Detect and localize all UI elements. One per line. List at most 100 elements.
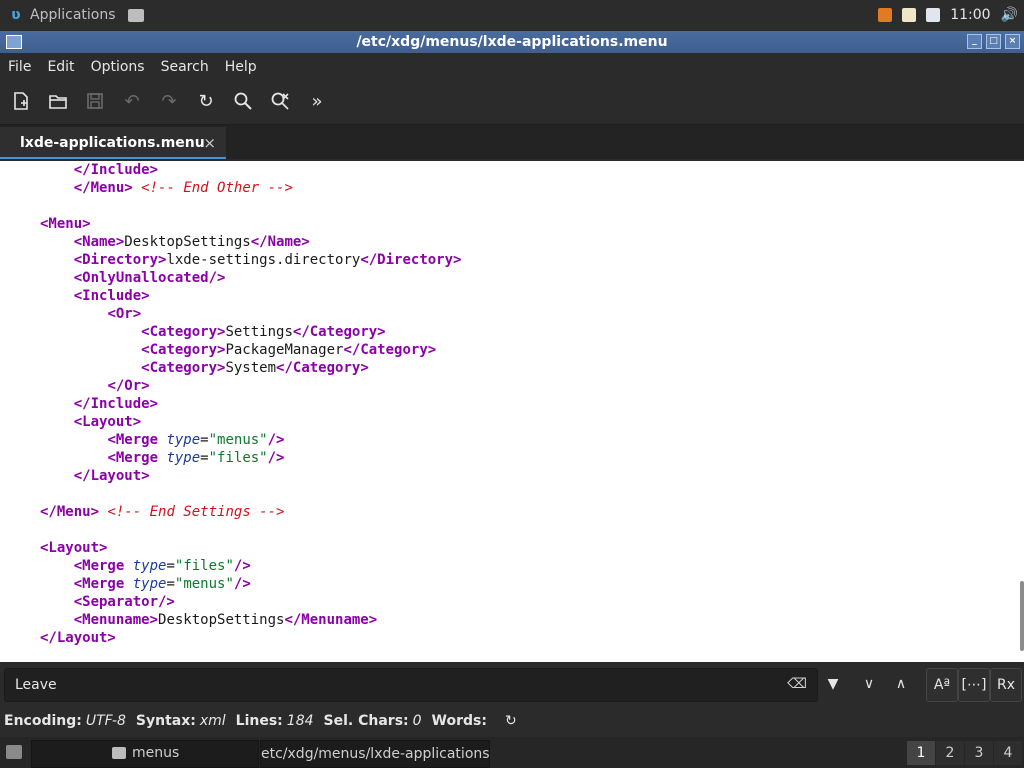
code-line[interactable]: <Name>DesktopSettings</Name>: [40, 233, 461, 251]
window-titlebar[interactable]: /etc/xdg/menus/lxde-applications.menu _ …: [0, 31, 1024, 53]
code-line[interactable]: <Category>System</Category>: [40, 359, 461, 377]
menu-search[interactable]: Search: [161, 59, 209, 75]
text-editor[interactable]: </Include> </Menu> <!-- End Other --> <Me…: [0, 161, 1024, 662]
code-tag: </Layout>: [40, 630, 116, 646]
tab-active-indicator: [0, 157, 226, 159]
code-line[interactable]: [40, 521, 461, 539]
code-line[interactable]: <Menu>: [40, 215, 461, 233]
code-tag: </Menu>: [73, 180, 133, 196]
network-icon[interactable]: [926, 8, 941, 22]
code-line[interactable]: </Menu> <!-- End Other -->: [40, 179, 461, 197]
code-tag: <Separator/>: [73, 594, 175, 610]
find-next-icon[interactable]: ∧: [886, 668, 916, 700]
clear-search-icon[interactable]: ⌫: [787, 676, 807, 692]
menu-file[interactable]: File: [8, 59, 31, 75]
code-com: <!-- End Other -->: [141, 180, 293, 196]
match-case-toggle[interactable]: Aª: [926, 668, 958, 702]
code-line[interactable]: <Merge type="files"/>: [40, 449, 461, 467]
clipboard-icon[interactable]: [902, 8, 917, 22]
task-button-menus[interactable]: menus: [112, 740, 258, 766]
minimize-button[interactable]: _: [967, 34, 982, 49]
open-folder-icon[interactable]: [47, 90, 69, 112]
code-line[interactable]: <Merge type="files"/>: [40, 557, 461, 575]
tab-close-icon[interactable]: ×: [203, 134, 216, 152]
code-line[interactable]: <Layout>: [40, 539, 461, 557]
save-icon[interactable]: [84, 90, 106, 112]
undo-icon[interactable]: ↶: [121, 90, 143, 112]
code-line[interactable]: </Menu> <!-- End Settings -->: [40, 503, 461, 521]
updates-icon[interactable]: [878, 8, 893, 22]
code-tag: </Include>: [73, 162, 159, 178]
desktop-3[interactable]: 3: [965, 741, 993, 765]
code-line[interactable]: <Merge type="menus"/>: [40, 431, 461, 449]
code-line[interactable]: <Separator/>: [40, 593, 461, 611]
code-text: lxde-settings.directory: [166, 252, 361, 268]
regex-toggle[interactable]: Rx: [990, 668, 1022, 702]
desktop-4[interactable]: 4: [994, 741, 1022, 765]
find-previous-icon[interactable]: ∨: [854, 668, 884, 700]
code-line[interactable]: <Directory>lxde-settings.directory</Dire…: [40, 251, 462, 269]
code-line[interactable]: </Include>: [40, 395, 461, 413]
reload-icon[interactable]: ↻: [195, 90, 217, 112]
code-content[interactable]: </Include> </Menu> <!-- End Other --> <Me…: [40, 161, 461, 647]
code-line[interactable]: </Layout>: [40, 467, 461, 485]
new-file-icon[interactable]: [10, 90, 32, 112]
find-replace-icon[interactable]: [269, 90, 291, 112]
code-line[interactable]: <Or>: [40, 305, 461, 323]
volume-icon[interactable]: 🔊: [1001, 7, 1018, 23]
find-bar: Leave ⌫ ▼ ∨ ∧ Aª [⋯] Rx: [0, 665, 1024, 705]
search-input[interactable]: Leave ⌫: [4, 668, 818, 702]
show-desktop-icon[interactable]: [6, 745, 22, 759]
code-line[interactable]: [40, 485, 461, 503]
window-title: /etc/xdg/menus/lxde-applications.menu: [356, 34, 668, 50]
tab-lxde-applications[interactable]: lxde-applications.menu ×: [0, 127, 226, 159]
word-count-refresh-icon[interactable]: ↻: [505, 713, 517, 729]
find-icon[interactable]: [232, 90, 254, 112]
code-line[interactable]: </Include>: [40, 161, 461, 179]
code-text: System: [225, 360, 277, 376]
menu-help[interactable]: Help: [225, 59, 257, 75]
lines-value: 184: [286, 713, 314, 729]
desktop-2[interactable]: 2: [936, 741, 964, 765]
syntax-key: Syntax:: [135, 713, 196, 729]
code-line[interactable]: [40, 197, 461, 215]
code-line[interactable]: </Layout>: [40, 629, 461, 647]
task-button-editor[interactable]: etc/xdg/menus/lxde-applications.m: [260, 740, 490, 768]
toolbar: ↶ ↷ ↻ »: [0, 82, 1024, 120]
code-line[interactable]: <Layout>: [40, 413, 461, 431]
redo-icon[interactable]: ↷: [158, 90, 180, 112]
desktop-1[interactable]: 1: [907, 741, 935, 765]
scrollbar-thumb[interactable]: [1020, 581, 1024, 651]
code-tag: <Menu>: [40, 216, 91, 232]
menu-edit[interactable]: Edit: [47, 59, 74, 75]
system-tray: 11:00 🔊: [878, 0, 1018, 30]
code-line[interactable]: <Menuname>DesktopSettings</Menuname>: [40, 611, 461, 629]
search-history-dropdown-icon[interactable]: ▼: [818, 668, 848, 700]
folder-icon: [112, 747, 126, 759]
code-line[interactable]: <Include>: [40, 287, 461, 305]
code-line[interactable]: <Merge type="menus"/>: [40, 575, 461, 593]
more-icon[interactable]: »: [306, 90, 328, 112]
maximize-button[interactable]: □: [986, 34, 1001, 49]
editor-scrollbar[interactable]: [1020, 161, 1024, 662]
whole-word-toggle[interactable]: [⋯]: [958, 668, 990, 702]
clock[interactable]: 11:00: [950, 7, 990, 23]
close-button[interactable]: ×: [1005, 34, 1020, 49]
window-icon[interactable]: [6, 35, 22, 49]
applications-menu[interactable]: ʋ Applications: [8, 7, 115, 23]
file-manager-icon[interactable]: [127, 8, 144, 22]
code-line[interactable]: <Category>Settings</Category>: [40, 323, 461, 341]
code-line[interactable]: </Or>: [40, 377, 461, 395]
code-tag: <Merge: [107, 432, 167, 448]
code-tag: <Name>: [73, 234, 125, 250]
code-line[interactable]: <OnlyUnallocated/>: [40, 269, 461, 287]
code-line[interactable]: <Category>PackageManager</Category>: [40, 341, 461, 359]
menu-options[interactable]: Options: [91, 59, 145, 75]
